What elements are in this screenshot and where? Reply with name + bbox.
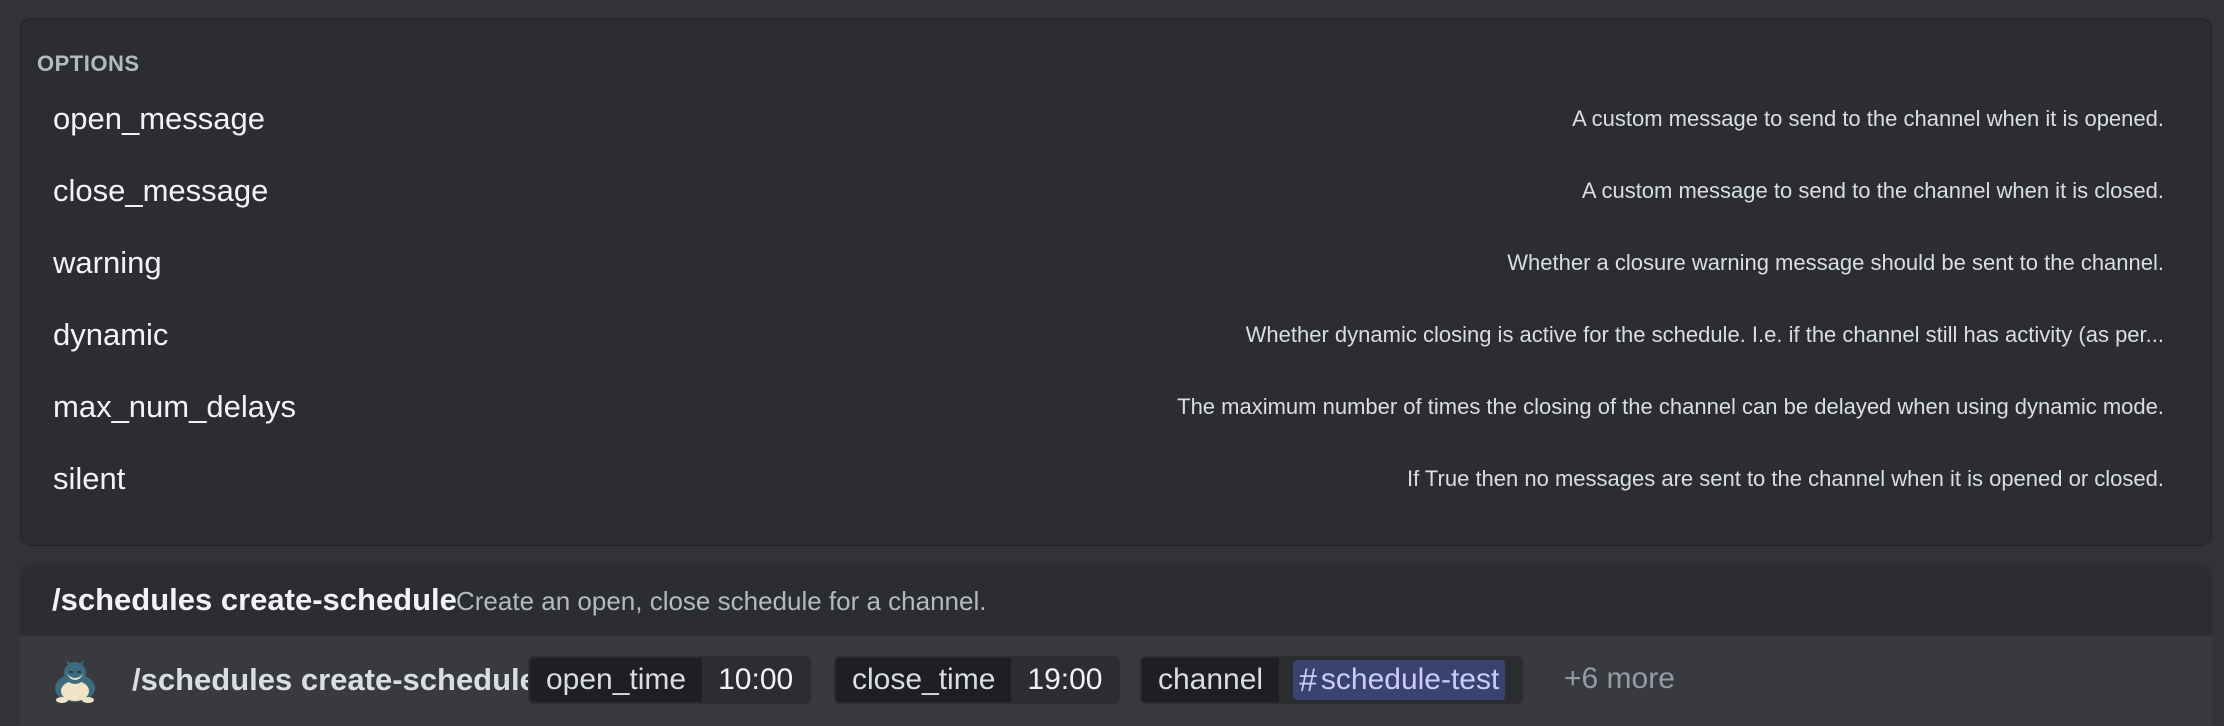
channel-mention[interactable]: # schedule-test [1293, 660, 1506, 700]
option-description: Whether a closure warning message should… [1507, 250, 2164, 275]
option-name: warning [53, 245, 162, 280]
option-name: open_message [53, 101, 265, 136]
channel-hash-icon: # [1299, 661, 1317, 698]
option-close-message[interactable]: close_message A custom message to send t… [33, 155, 2199, 227]
option-warning[interactable]: warning Whether a closure warning messag… [33, 227, 2199, 299]
param-open-time[interactable]: open_time 10:00 [528, 656, 812, 704]
message-input[interactable]: /schedules create-schedule open_time 10:… [20, 636, 2212, 726]
option-description: Whether dynamic closing is active for th… [1245, 322, 2164, 347]
option-description: If True then no messages are sent to the… [1406, 466, 2164, 491]
suggestion-description: Create an open, close schedule for a cha… [456, 586, 987, 616]
param-value[interactable]: 10:00 [702, 658, 810, 702]
option-max-num-delays[interactable]: max_num_delays The maximum number of tim… [33, 371, 2199, 443]
command-area: /schedules create-schedule Create an ope… [20, 564, 2212, 726]
option-description: A custom message to send to the channel … [1581, 178, 2164, 203]
option-description: The maximum number of times the closing … [1177, 394, 2164, 419]
param-close-time[interactable]: close_time 19:00 [834, 656, 1121, 704]
param-key: close_time [836, 658, 1012, 702]
option-name: max_num_delays [53, 389, 296, 424]
bot-avatar-icon [55, 660, 95, 703]
param-key: channel [1142, 658, 1280, 702]
command-suggestion[interactable]: /schedules create-schedule Create an ope… [20, 564, 2212, 636]
options-header: OPTIONS [37, 51, 140, 76]
suggestion-command-name: /schedules create-schedule [52, 582, 457, 617]
option-name: dynamic [53, 317, 169, 352]
param-value[interactable]: 19:00 [1011, 658, 1119, 702]
option-name: silent [53, 461, 126, 496]
input-command-text: /schedules create-schedule [132, 662, 537, 697]
option-dynamic[interactable]: dynamic Whether dynamic closing is activ… [33, 299, 2199, 371]
param-channel[interactable]: channel # schedule-test [1140, 656, 1524, 704]
option-silent[interactable]: silent If True then no messages are sent… [33, 443, 2199, 515]
channel-name: schedule-test [1320, 663, 1500, 696]
more-params[interactable]: +6 more [1564, 662, 1675, 696]
param-value[interactable]: # schedule-test [1279, 658, 1522, 702]
param-key: open_time [530, 658, 703, 702]
option-name: close_message [53, 173, 269, 208]
option-open-message[interactable]: open_message A custom message to send to… [33, 83, 2199, 155]
options-panel: OPTIONS open_message A custom message to… [20, 18, 2212, 546]
option-description: A custom message to send to the channel … [1572, 106, 2164, 131]
